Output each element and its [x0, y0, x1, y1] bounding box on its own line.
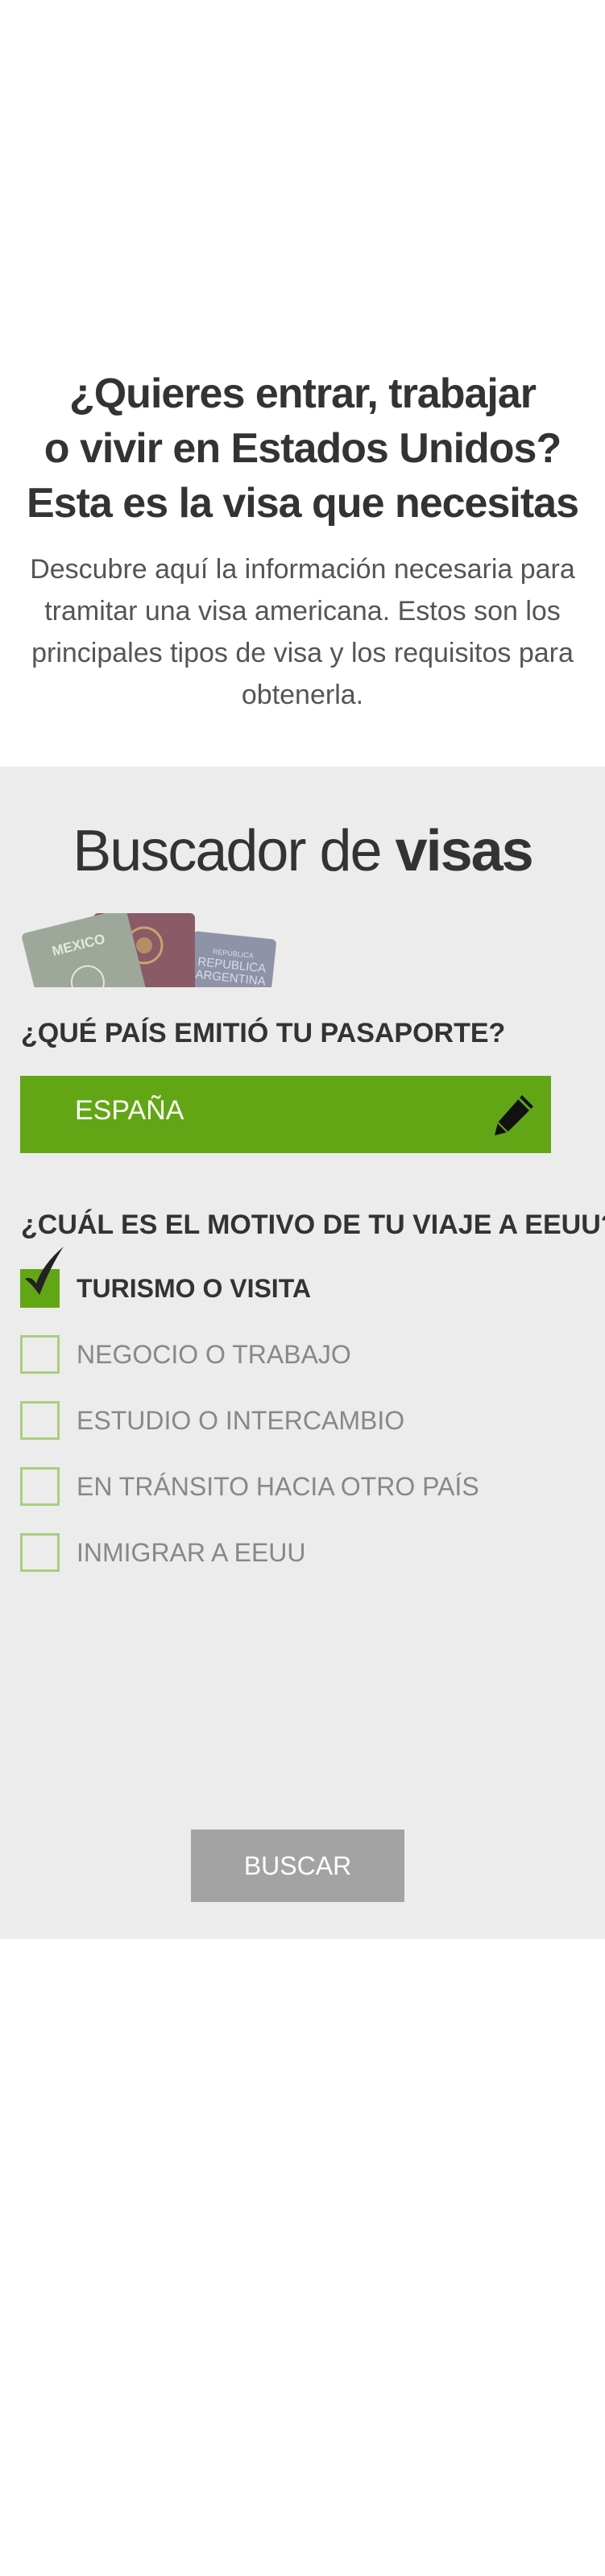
checkbox-inmigrar[interactable] [20, 1533, 60, 1572]
option-estudio[interactable]: ESTUDIO O INTERCAMBIO [20, 1400, 568, 1441]
checkmark-icon [25, 1247, 64, 1295]
option-label: ESTUDIO O INTERCAMBIO [77, 1406, 405, 1435]
checkbox-estudio[interactable] [20, 1401, 60, 1440]
page-title-line: Esta es la visa que necesitas [27, 480, 579, 527]
checkbox-transito[interactable] [20, 1467, 60, 1506]
hero-section: ¿Quieres entrar, trabajar o vivir en Est… [0, 366, 605, 716]
option-label: NEGOCIO O TRABAJO [77, 1340, 351, 1369]
option-label: TURISMO O VISITA [77, 1274, 311, 1303]
page-description: Descubre aquí la información necesaria p… [30, 554, 575, 710]
option-label: INMIGRAR A EEUU [77, 1538, 306, 1567]
visa-finder-panel: Buscador de visas REPUBLICA REPUBLICA AR… [0, 767, 605, 1939]
country-select-value: ESPAÑA [75, 1095, 184, 1126]
visa-finder-title: Buscador de visas [0, 817, 605, 886]
passport-icon: REPUBLICA REPUBLICA ARGENTINA MEXICO [22, 913, 276, 987]
visa-finder-title-bold: visas [395, 819, 534, 883]
option-transito[interactable]: EN TRÁNSITO HACIA OTRO PAÍS [20, 1466, 568, 1507]
page-title: ¿Quieres entrar, trabajar o vivir en Est… [0, 366, 605, 531]
country-question: ¿QUÉ PAÍS EMITIÓ TU PASAPORTE? [21, 1018, 506, 1048]
page-title-line: o vivir en Estados Unidos? [44, 425, 561, 472]
option-label: EN TRÁNSITO HACIA OTRO PAÍS [77, 1472, 479, 1501]
pencil-icon[interactable] [490, 1090, 538, 1139]
page-title-line: ¿Quieres entrar, trabajar [68, 370, 537, 417]
trip-reason-question: ¿CUÁL ES EL MOTIVO DE TU VIAJE A EEUU? [21, 1209, 605, 1240]
country-select[interactable]: ESPAÑA [20, 1076, 551, 1153]
visa-finder-title-light: Buscador de [73, 819, 396, 883]
option-negocio[interactable]: NEGOCIO O TRABAJO [20, 1333, 568, 1375]
checkbox-negocio[interactable] [20, 1335, 60, 1374]
option-turismo[interactable]: TURISMO O VISITA [20, 1247, 568, 1309]
search-button[interactable]: BUSCAR [191, 1830, 404, 1902]
passports-illustration: REPUBLICA REPUBLICA ARGENTINA MEXICO [18, 913, 292, 987]
option-inmigrar[interactable]: INMIGRAR A EEUU [20, 1532, 568, 1573]
